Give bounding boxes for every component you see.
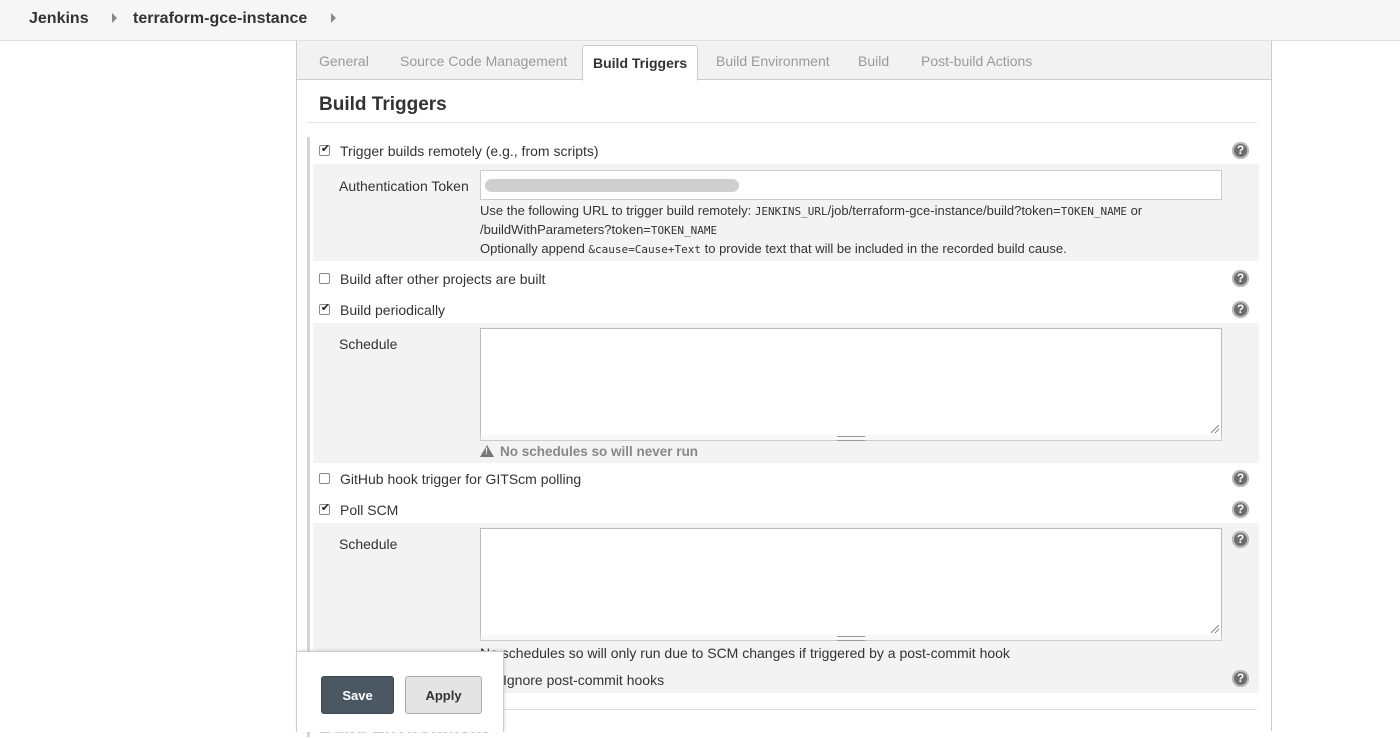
cause-help: Optionally append &cause=Cause+Text to p… [480,241,1067,256]
periodic-schedule-textarea[interactable] [480,328,1222,436]
trigger-after-other-label[interactable]: Build after other projects are built [340,271,545,287]
token-name-code: TOKEN_NAME [1060,205,1127,218]
jenkins-url-code: JENKINS_URL [754,205,828,218]
poll-scm-schedule-textarea[interactable] [480,528,1222,636]
auth-token-label: Authentication Token [339,178,469,194]
periodic-resize-bar[interactable] [480,435,1222,441]
breadcrumb: Jenkins terraform-gce-instance [0,0,1400,41]
apply-button[interactable]: Apply [405,676,482,714]
help-icon[interactable]: ? [1232,142,1249,159]
poll-scm-resize-bar[interactable] [480,635,1222,641]
cause-help-prefix: Optionally append [480,241,589,256]
tab-build-environment[interactable]: Build Environment [716,53,830,69]
breadcrumb-jenkins-link[interactable]: Jenkins [29,10,89,28]
resize-grip-icon[interactable] [1211,625,1219,633]
trigger-periodic-label[interactable]: Build periodically [340,302,445,318]
build-with-params-help: /buildWithParameters?token=TOKEN_NAME [480,222,717,237]
trigger-github-hook-checkbox[interactable] [319,473,330,484]
config-panel: General Source Code Management Build Tri… [296,41,1272,738]
remote-url-or: or [1126,203,1143,218]
tab-source-code-management[interactable]: Source Code Management [400,53,567,69]
build-with-params-path: /buildWithParameters?token= [480,222,651,237]
trigger-periodic-checkbox[interactable]: ✔ [319,302,331,315]
warning-icon [480,445,494,457]
tab-general[interactable]: General [319,53,369,69]
remote-url-help: Use the following URL to trigger build r… [480,203,1142,218]
breadcrumb-chevron-icon[interactable] [112,13,117,23]
checkmark-icon: ✔ [320,302,331,314]
breadcrumb-chevron-icon[interactable] [331,13,336,23]
trigger-poll-scm-checkbox[interactable]: ✔ [319,502,331,515]
section-rail [307,137,310,737]
save-button[interactable]: Save [321,676,394,714]
remote-url-help-text: Use the following URL to trigger build r… [480,203,755,218]
help-icon[interactable]: ? [1232,670,1249,687]
tab-build-triggers[interactable]: Build Triggers [582,45,699,81]
config-tab-bar: General Source Code Management Build Tri… [297,41,1271,81]
poll-scm-schedule-label: Schedule [339,536,398,552]
checkmark-icon: ✔ [320,143,331,155]
periodic-warning: No schedules so will never run [480,444,698,459]
resize-handle-icon[interactable] [837,436,865,441]
trigger-remote-label[interactable]: Trigger builds remotely (e.g., from scri… [340,143,599,159]
cause-help-suffix: to provide text that will be included in… [701,241,1067,256]
redacted-token-value [485,179,739,192]
periodic-warning-text: No schedules so will never run [500,444,699,459]
help-icon[interactable]: ? [1232,531,1249,548]
section-title: Build Triggers [319,94,447,115]
poll-scm-note: No schedules so will only run due to SCM… [480,645,1010,661]
periodic-schedule-label: Schedule [339,336,398,352]
auth-token-input[interactable] [480,170,1222,200]
save-apply-bar: Save Apply [296,651,504,732]
help-icon[interactable]: ? [1232,301,1249,318]
tab-post-build-actions[interactable]: Post-build Actions [921,53,1032,69]
help-icon[interactable]: ? [1232,470,1249,487]
checkmark-icon: ✔ [320,502,331,514]
resize-grip-icon[interactable] [1211,425,1219,433]
cause-code: &cause=Cause+Text [588,243,702,256]
token-name-code: TOKEN_NAME [650,224,718,237]
tab-build[interactable]: Build [858,53,889,69]
trigger-remote-checkbox[interactable]: ✔ [319,143,331,156]
section-divider [307,122,1257,123]
remote-url-path: /job/terraform-gce-instance/build?token= [827,203,1061,218]
help-icon[interactable]: ? [1232,270,1249,287]
ignore-post-commit-label[interactable]: Ignore post-commit hooks [503,672,664,688]
section-divider [497,709,1257,710]
help-icon[interactable]: ? [1232,501,1249,518]
trigger-github-hook-label[interactable]: GitHub hook trigger for GITScm polling [340,471,581,487]
trigger-after-other-checkbox[interactable] [319,273,330,284]
trigger-poll-scm-label[interactable]: Poll SCM [340,502,398,518]
breadcrumb-job-link[interactable]: terraform-gce-instance [133,10,307,28]
resize-handle-icon[interactable] [837,636,865,641]
